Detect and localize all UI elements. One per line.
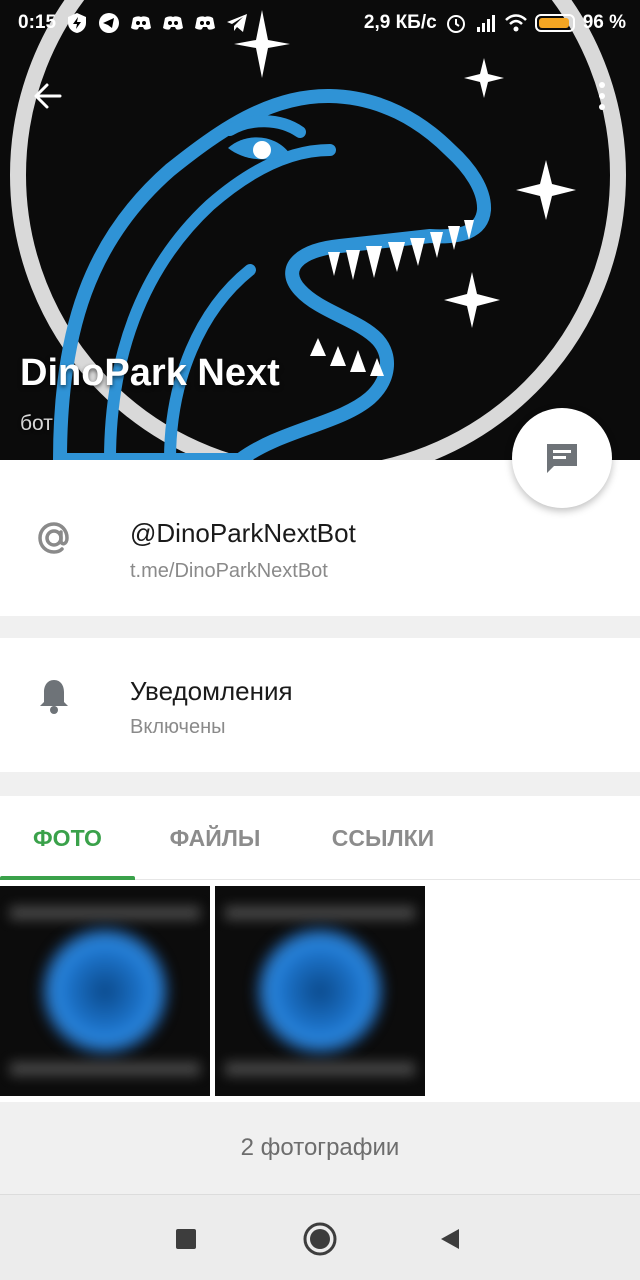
more-options-button[interactable] — [590, 76, 614, 116]
shield-bolt-icon — [68, 13, 87, 33]
photo-thumbnail[interactable] — [215, 886, 425, 1096]
tab-links[interactable]: ССЫЛКИ — [300, 796, 466, 880]
system-nav-bar — [0, 1194, 640, 1280]
at-sign-icon — [34, 518, 74, 558]
back-button[interactable] — [28, 76, 68, 116]
tab-photo[interactable]: ФОТО — [0, 796, 135, 880]
recents-button[interactable] — [166, 1219, 206, 1259]
battery-icon — [534, 14, 575, 32]
media-tabs: ФОТО ФАЙЛЫ ССЫЛКИ — [0, 796, 640, 880]
more-vert-icon — [599, 82, 605, 88]
wifi-icon — [504, 14, 527, 32]
profile-link[interactable]: t.me/DinoParkNextBot — [130, 560, 328, 583]
bell-icon — [34, 676, 74, 716]
notifications-section[interactable]: Уведомления Включены — [0, 638, 640, 772]
circle-icon — [303, 1222, 337, 1256]
notifications-label: Уведомления — [130, 676, 293, 706]
tab-files[interactable]: ФАЙЛЫ — [135, 796, 295, 880]
network-speed: 2,9 КБ/с — [363, 12, 437, 33]
discord-icon — [163, 16, 184, 30]
back-nav-button[interactable] — [430, 1219, 470, 1259]
chat-icon — [547, 444, 577, 473]
profile-header: 0:15 2,9 КБ/с 96 % DinoPark Next бот — [0, 0, 640, 460]
notifications-state: Включены — [130, 716, 226, 738]
battery-level-fill — [538, 18, 570, 28]
profile-name: DinoPark Next — [20, 352, 280, 394]
battery-percent: 96 % — [582, 12, 626, 33]
media-count: 2 фотографии — [0, 1102, 640, 1194]
status-bar: 0:15 2,9 КБ/с 96 % — [0, 0, 640, 46]
square-icon — [176, 1229, 196, 1249]
triangle-back-icon — [441, 1229, 459, 1249]
status-time: 0:15 — [18, 12, 57, 33]
alarm-icon — [446, 15, 465, 33]
discord-icon — [195, 16, 216, 30]
telegram-icon — [227, 14, 248, 32]
photo-grid — [0, 880, 640, 1102]
discord-icon — [131, 16, 152, 30]
signal-icon — [476, 15, 495, 32]
username-text: @DinoParkNextBot — [130, 518, 356, 548]
arrow-left-icon — [34, 83, 62, 109]
photo-thumbnail[interactable] — [0, 886, 210, 1096]
home-button[interactable] — [300, 1219, 340, 1259]
send-message-button[interactable] — [512, 408, 612, 508]
profile-type: бот — [20, 412, 53, 435]
telegram-icon — [99, 13, 120, 33]
